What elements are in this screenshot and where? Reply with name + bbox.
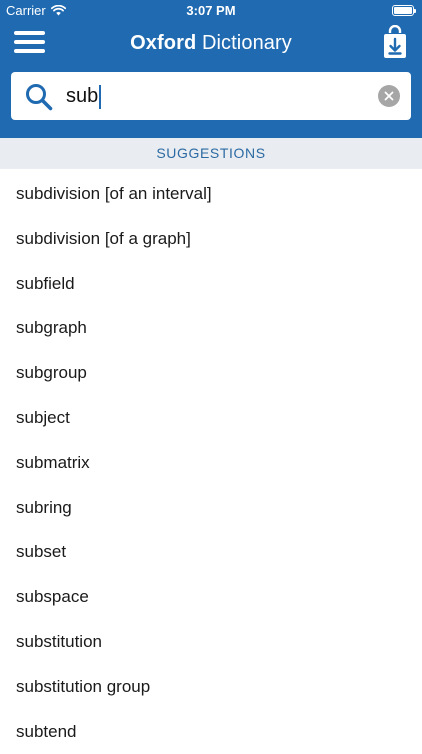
search-input[interactable] [66, 80, 366, 112]
download-bag-icon [384, 24, 406, 58]
suggestion-item[interactable]: subspace [0, 575, 422, 620]
suggestion-item[interactable]: subgraph [0, 306, 422, 351]
status-time: 3:07 PM [186, 3, 236, 18]
battery-icon [392, 5, 416, 16]
clear-search-button[interactable] [378, 85, 400, 107]
suggestion-item[interactable]: subring [0, 486, 422, 531]
suggestion-item[interactable]: subset [0, 530, 422, 575]
search-icon [26, 84, 53, 111]
suggestion-item[interactable]: subtend [0, 710, 422, 754]
suggestion-item[interactable]: subdivision [of a graph] [0, 217, 422, 262]
suggestions-header: SUGGESTIONS [0, 138, 422, 169]
text-cursor [99, 85, 102, 109]
clear-icon [384, 91, 394, 101]
suggestion-item[interactable]: subgroup [0, 351, 422, 396]
suggestion-item[interactable]: subdivision [of an interval] [0, 172, 422, 217]
status-bar: Carrier 3:07 PM [0, 0, 422, 22]
nav-bar: Oxford Dictionary [0, 22, 422, 66]
app-title-brand: Oxford [130, 32, 197, 54]
suggestion-item[interactable]: submatrix [0, 441, 422, 486]
suggestion-item[interactable]: substitution [0, 620, 422, 665]
app-title-rest: Dictionary [196, 32, 292, 54]
download-button[interactable] [380, 24, 410, 61]
suggestion-item[interactable]: subfield [0, 262, 422, 307]
suggestion-item[interactable]: substitution group [0, 665, 422, 710]
app-title: Oxford Dictionary [0, 32, 422, 55]
suggestion-item[interactable]: subject [0, 396, 422, 441]
search-bar [11, 72, 411, 120]
suggestions-list: subdivision [of an interval] subdivision… [0, 172, 422, 754]
